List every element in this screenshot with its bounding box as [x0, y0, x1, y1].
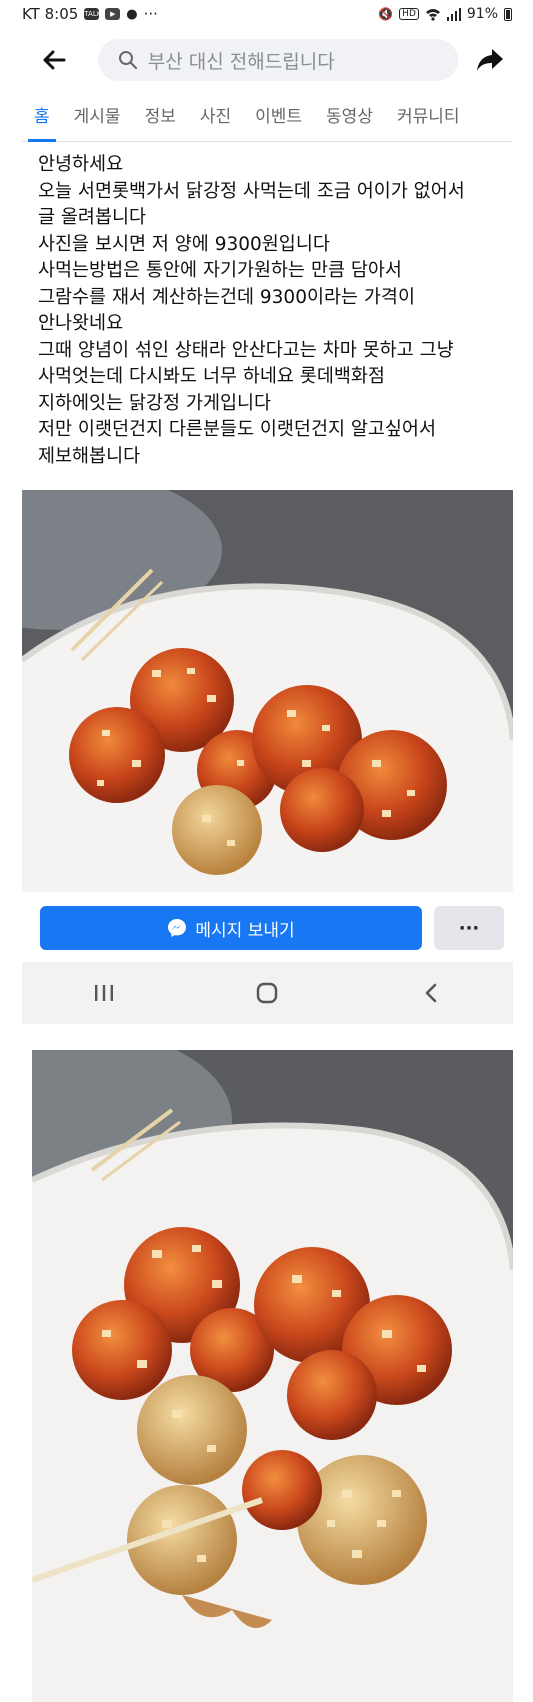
chevron-left-icon: [425, 983, 437, 1003]
tab-about[interactable]: 정보: [133, 92, 188, 142]
wifi-icon: [425, 8, 440, 21]
send-message-label: 메시지 보내기: [195, 920, 295, 941]
closeup-photo: [32, 1050, 513, 1702]
tab-events[interactable]: 이벤트: [243, 92, 314, 142]
post-line: 안나왓네요: [38, 313, 124, 334]
post-line: 그람수를 재서 계산하는건데 9300이라는 가격이: [38, 286, 415, 308]
post-line: 글 올려봅니다: [38, 207, 147, 228]
post-line: 저만 이랫던건지 다른분들도 이랫던건지 알고싶어서: [38, 419, 436, 440]
search-icon: [118, 51, 137, 70]
tab-posts[interactable]: 게시물: [62, 92, 133, 142]
tab-community[interactable]: 커뮤니티: [385, 92, 472, 142]
back-nav-button[interactable]: [401, 971, 461, 1015]
talk-icon: TALK: [84, 8, 102, 20]
status-bar: KT 8:05 TALK ▶ ● ··· 🔇 HD 91%: [22, 0, 512, 28]
home-button[interactable]: [237, 971, 297, 1015]
back-button[interactable]: [32, 38, 76, 82]
status-right: 🔇 HD 91%: [378, 6, 512, 22]
home-icon: [257, 982, 278, 1004]
post-line: 사먹엇는데 다시봐도 너무 하네요 롯데백화점: [38, 366, 385, 387]
post-line: 오늘 서면롯백가서 닭강정 사먹는데 조금 어이가 없어서: [38, 180, 465, 202]
tab-home[interactable]: 홈: [22, 92, 62, 142]
post-line: 그때 양념이 섞인 상태라 안산다고는 차마 못하고 그냥: [38, 339, 454, 361]
signal-icon: [446, 7, 461, 21]
post-line: 제보해봅니다: [38, 445, 141, 467]
food-closeup-photo: [32, 1050, 513, 1702]
system-nav-bar: [22, 962, 513, 1024]
page-tabs: 홈 게시물 정보 사진 이벤트 동영상 커뮤니티: [22, 92, 512, 142]
post-line: 안녕하세요: [38, 154, 124, 175]
more-dots-icon: ···: [458, 917, 480, 939]
share-button[interactable]: [468, 38, 512, 82]
more-options-button[interactable]: ···: [434, 906, 504, 950]
post-photo[interactable]: [22, 490, 513, 892]
recent-apps-icon: [94, 985, 113, 1001]
food-photo: [22, 490, 513, 892]
post-line: 사먹는방법은 통안에 자기가원하는 만큼 담아서: [38, 260, 402, 281]
search-text: 부산 대신 전해드립니다: [147, 50, 335, 73]
app-icon: ●: [126, 6, 138, 22]
messenger-icon: [168, 919, 187, 937]
post-line: 지하에잇는 닭강정 가게입니다: [38, 392, 272, 414]
more-dots-icon: ···: [143, 5, 158, 23]
message-bar: 메시지 보내기 ···: [22, 892, 513, 962]
post-body: 안녕하세요 오늘 서면롯백가서 닭강정 사먹는데 조금 어이가 없어서 글 올려…: [38, 152, 508, 470]
recent-apps-button[interactable]: [74, 971, 134, 1015]
mute-icon: 🔇: [378, 7, 394, 21]
tab-videos[interactable]: 동영상: [314, 92, 385, 142]
tab-photos[interactable]: 사진: [188, 92, 243, 142]
arrow-left-icon: [43, 50, 66, 70]
send-message-button[interactable]: 메시지 보내기: [40, 906, 422, 950]
share-arrow-icon: [477, 49, 504, 71]
youtube-icon: ▶: [105, 8, 121, 20]
status-left: KT 8:05 TALK ▶ ● ···: [22, 5, 158, 23]
hd-icon: HD: [399, 8, 419, 20]
page-header: 부산 대신 전해드립니다: [22, 28, 512, 92]
battery-percent: 91%: [466, 6, 498, 22]
carrier-time: KT 8:05: [22, 5, 79, 23]
battery-icon: [504, 7, 512, 21]
post-line: 사진을 보시면 저 양에 9300원입니다: [38, 233, 330, 255]
search-input[interactable]: 부산 대신 전해드립니다: [97, 39, 459, 81]
